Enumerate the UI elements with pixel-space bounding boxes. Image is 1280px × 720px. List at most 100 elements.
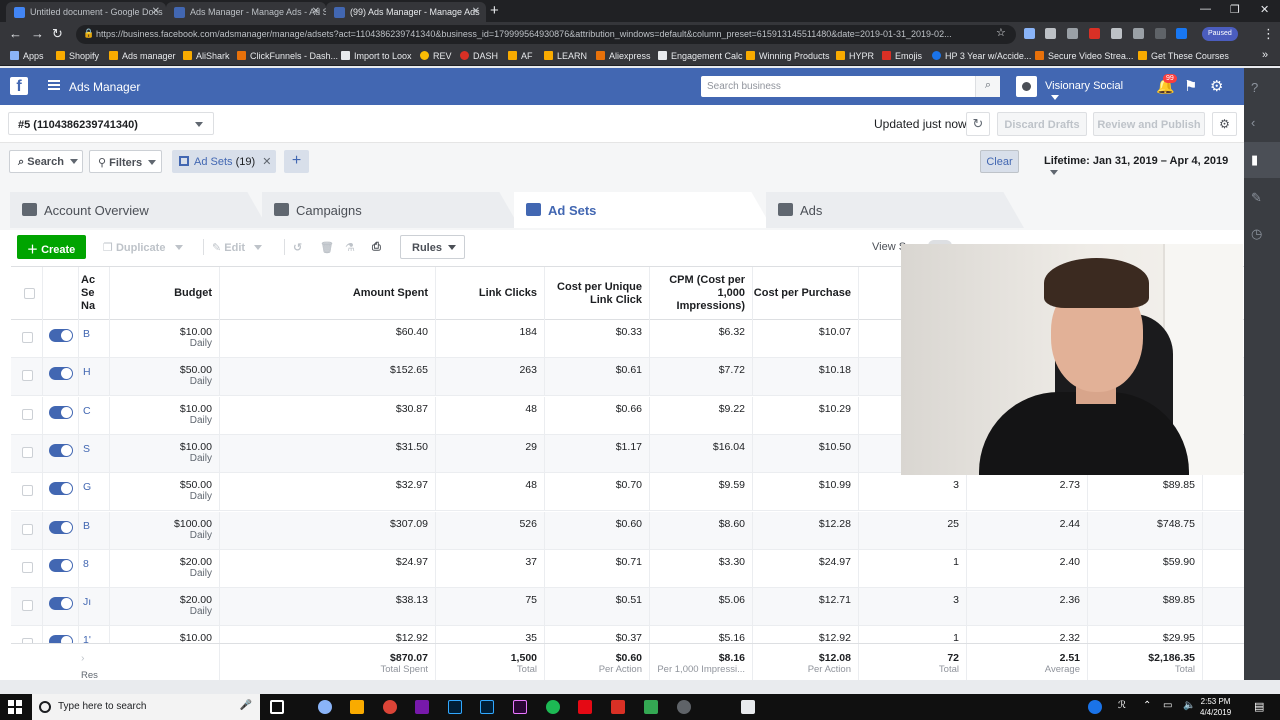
bookmark-item[interactable]: LEARN (544, 51, 587, 61)
app-z-icon[interactable] (611, 700, 625, 714)
refresh-button[interactable]: ↻ (966, 112, 990, 136)
app-badge-icon[interactable] (677, 700, 691, 714)
extension-icon[interactable] (1045, 28, 1056, 39)
header-link-clicks[interactable]: Link Clicks (436, 267, 545, 320)
tray-app-icon[interactable] (1088, 700, 1102, 714)
bookmark-item[interactable]: HYPR (836, 51, 874, 61)
bookmark-item[interactable]: Engagement Calc (658, 51, 743, 61)
adset-name-link[interactable]: S (83, 443, 90, 455)
maximize-icon[interactable]: ❐ (1230, 3, 1240, 16)
bookmark-item[interactable]: Emojis (882, 51, 922, 61)
lightroom-icon[interactable] (480, 700, 494, 714)
extension-icon[interactable] (1133, 28, 1144, 39)
menu-icon[interactable] (48, 80, 60, 90)
premiere-icon[interactable] (513, 700, 527, 714)
business-selector[interactable]: Visionary Social (1016, 76, 1138, 100)
edit-pencil-icon[interactable]: ✎ (1251, 190, 1262, 206)
volume-icon[interactable]: 🔈 (1183, 700, 1197, 714)
header-adset-name[interactable]: Ac Se Na (79, 267, 110, 320)
network-icon[interactable]: ▭ (1163, 700, 1177, 714)
business-search-input[interactable]: Search business ⌕ (701, 76, 1000, 97)
rules-button[interactable]: Rules (400, 235, 465, 259)
add-filter-button[interactable]: + (284, 150, 309, 173)
history-clock-icon[interactable]: ◷ (1251, 226, 1262, 242)
extension-icon[interactable] (1155, 28, 1166, 39)
duplicate-button[interactable]: ❐ Duplicate (103, 235, 183, 259)
adset-name-link[interactable]: C (83, 405, 91, 417)
tray-expand-icon[interactable]: ⌃ (1143, 700, 1157, 714)
ad-account-selector[interactable]: #5 (1104386239741340) (8, 112, 214, 135)
settings-gear-icon[interactable]: ⚙ (1210, 77, 1223, 95)
flag-icon[interactable]: ⚑ (1184, 77, 1197, 95)
account-settings-button[interactable]: ⚙ (1212, 112, 1237, 136)
taskbar-search-input[interactable]: Type here to search 🎤 (32, 694, 260, 720)
task-view-icon[interactable] (270, 700, 284, 714)
table-row[interactable]: B $100.00 Daily $307.09 526 $0.60 $8.60 $12.28 2… (11, 511, 1244, 550)
address-bar[interactable]: 🔒 https://business.facebook.com/adsmanage… (76, 25, 1016, 44)
minimize-icon[interactable]: — (1200, 3, 1211, 15)
bookmark-star-icon[interactable]: ☆ (996, 26, 1006, 39)
tab-ads[interactable]: Ads (766, 192, 1024, 228)
bookmark-item[interactable]: Get These Courses (1138, 51, 1229, 61)
collapse-panel-icon[interactable]: ‹ (1251, 115, 1255, 130)
bookmark-item[interactable]: DASH (460, 51, 498, 61)
tab-account-overview[interactable]: Account Overview (10, 192, 268, 228)
revert-icon[interactable]: ↺ (293, 235, 302, 259)
search-button[interactable]: ⌕ Search (9, 150, 83, 173)
adsets-filter-chip[interactable]: Ad Sets (19) ✕ (172, 150, 276, 173)
extension-icon[interactable] (1111, 28, 1122, 39)
file-explorer-icon[interactable] (350, 700, 364, 714)
bookmark-item[interactable]: AliShark (183, 51, 230, 61)
close-window-icon[interactable]: ✕ (1260, 3, 1269, 16)
bookmark-item[interactable]: Shopify (56, 51, 99, 61)
bookmark-item[interactable]: Secure Video Strea... (1035, 51, 1133, 61)
facebook-logo-icon[interactable]: f (10, 77, 28, 95)
tab-campaigns[interactable]: Campaigns (262, 192, 520, 228)
header-cost-per-unique-link-click[interactable]: Cost per Unique Link Click (545, 267, 650, 320)
browser-tab-active[interactable]: (99) Ads Manager - Manage Ads ✕ (326, 2, 486, 22)
spotify-icon[interactable] (546, 700, 560, 714)
review-publish-button[interactable]: Review and Publish (1093, 112, 1205, 136)
app-icon[interactable] (318, 700, 332, 714)
tab-ad-sets[interactable]: Ad Sets (514, 192, 772, 228)
search-icon[interactable]: ⌕ (975, 76, 1000, 97)
bookmark-item[interactable]: Import to Loox (341, 51, 412, 61)
table-row[interactable]: G $50.00 Daily $32.97 48 $0.70 $9.59 $10.99 3 2.7… (11, 473, 1244, 512)
adset-name-link[interactable]: B (83, 520, 90, 532)
forward-icon[interactable]: → (31, 26, 44, 41)
windows-start-icon[interactable] (8, 700, 22, 714)
people-icon[interactable]: ℛ (1118, 700, 1132, 714)
header-amount-spent[interactable]: Amount Spent (220, 267, 436, 320)
preview-icon[interactable]: ⎙ (372, 235, 381, 259)
extension-icon[interactable] (1089, 28, 1100, 39)
charts-icon[interactable]: ▮ (1251, 152, 1258, 168)
close-tab-icon[interactable]: ✕ (152, 6, 160, 17)
microphone-icon[interactable]: 🎤 (240, 700, 252, 711)
onenote-icon[interactable] (415, 700, 429, 714)
bookmark-item[interactable]: HP 3 Year w/Accide... (932, 51, 1031, 61)
more-bookmarks-icon[interactable]: » (1262, 49, 1268, 61)
browser-tab-docs[interactable]: Untitled document - Google Docs ✕ (6, 2, 166, 22)
extension-icon[interactable] (1024, 28, 1035, 39)
edit-button[interactable]: ✎ Edit (212, 235, 263, 259)
adset-name-link[interactable]: 8 (83, 558, 89, 570)
chrome-icon[interactable] (383, 700, 397, 714)
help-icon[interactable]: ? (1251, 80, 1258, 95)
header-budget[interactable]: Budget (110, 267, 220, 320)
back-icon[interactable]: ← (9, 26, 22, 41)
bookmark-item[interactable]: REV (420, 51, 452, 61)
netflix-icon[interactable] (578, 700, 592, 714)
header-cpm[interactable]: CPM (Cost per 1,000 Impressions) (650, 267, 753, 320)
action-center-icon[interactable]: ▤ (1254, 700, 1268, 714)
trash-icon[interactable]: 🗑 (320, 235, 334, 259)
app-icon[interactable] (644, 700, 658, 714)
table-row[interactable]: Jı $20.00 Daily $38.13 75 $0.51 $5.06 $12.71 3 2.… (11, 588, 1244, 627)
date-range-picker[interactable]: Lifetime: Jan 31, 2019 – Apr 4, 2019 (1032, 150, 1236, 175)
chrome-menu-icon[interactable]: ⋮ (1262, 26, 1275, 42)
browser-tab-adsmanager[interactable]: Ads Manager - Manage Ads - Ad Sets ✕ (166, 2, 326, 22)
extension-icon[interactable] (1067, 28, 1078, 39)
new-tab-button[interactable]: + (490, 2, 499, 19)
expand-chevron-icon[interactable]: › (81, 652, 85, 664)
extension-icon[interactable] (1176, 28, 1187, 39)
header-cost-per-purchase[interactable]: Cost per Purchase (753, 267, 859, 320)
